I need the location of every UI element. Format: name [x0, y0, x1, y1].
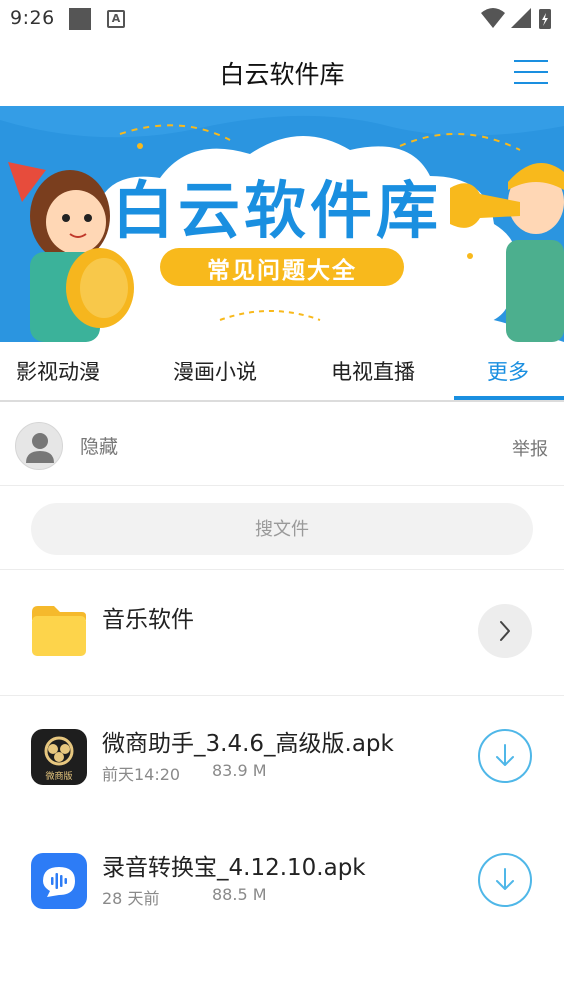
app-header: 白云软件库	[0, 38, 564, 106]
category-tabs: 影视动漫 漫画小说 电视直播 更多	[0, 342, 564, 402]
tab-film-anime[interactable]: 影视动漫	[16, 356, 100, 386]
app-icon-label: 微商版	[45, 772, 73, 782]
tab-tv-live[interactable]: 电视直播	[331, 356, 415, 386]
file-name: 录音转换宝_4.12.10.apk	[102, 855, 366, 881]
file-row[interactable]: 微商版 微商助手_3.4.6_高级版.apk 前天14:20 83.9 M	[0, 696, 564, 820]
file-time: 28 天前	[102, 889, 160, 908]
open-folder-button[interactable]	[478, 604, 532, 658]
hamburger-menu-icon[interactable]	[514, 58, 548, 86]
search-bar	[0, 486, 564, 570]
file-size: 88.5 M	[212, 885, 267, 904]
wechat-business-app-icon: 微商版	[31, 729, 87, 785]
wifi-icon	[481, 8, 505, 28]
avatar[interactable]	[15, 422, 63, 470]
tab-comic-novel[interactable]: 漫画小说	[173, 356, 257, 386]
download-icon	[496, 868, 514, 890]
download-icon	[496, 744, 514, 766]
uploader-name: 隐藏	[80, 436, 119, 458]
page-title: 白云软件库	[219, 60, 345, 89]
status-bar: 9:26 A	[0, 0, 564, 38]
download-button[interactable]	[478, 729, 532, 783]
folder-item[interactable]: 音乐软件	[0, 570, 564, 696]
folder-name: 音乐软件	[102, 607, 194, 633]
status-time: 9:26	[10, 7, 55, 29]
notification-app-icon: A	[107, 10, 125, 28]
uploader-row: 隐藏 举报	[0, 402, 564, 486]
file-name: 微商助手_3.4.6_高级版.apk	[102, 731, 394, 757]
download-button[interactable]	[478, 853, 532, 907]
file-time: 前天14:20	[102, 765, 181, 784]
chevron-right-icon	[500, 621, 510, 641]
report-link[interactable]: 举报	[512, 435, 548, 461]
banner-title: 白云软件库	[112, 174, 443, 247]
active-tab-indicator	[454, 396, 564, 400]
status-icons	[481, 8, 551, 29]
file-row[interactable]: 录音转换宝_4.12.10.apk 28 天前 88.5 M	[0, 820, 564, 944]
banner-subtitle: 常见问题大全	[207, 258, 357, 284]
user-icon	[26, 433, 54, 463]
promo-banner[interactable]: 白云软件库 常见问题大全	[0, 106, 564, 342]
notification-square-icon	[69, 8, 91, 30]
voice-recorder-app-icon	[31, 853, 87, 909]
search-input[interactable]	[31, 503, 533, 555]
tab-more[interactable]: 更多	[487, 356, 529, 386]
signal-icon	[511, 8, 531, 28]
file-size: 83.9 M	[212, 761, 267, 780]
folder-icon	[32, 606, 86, 656]
